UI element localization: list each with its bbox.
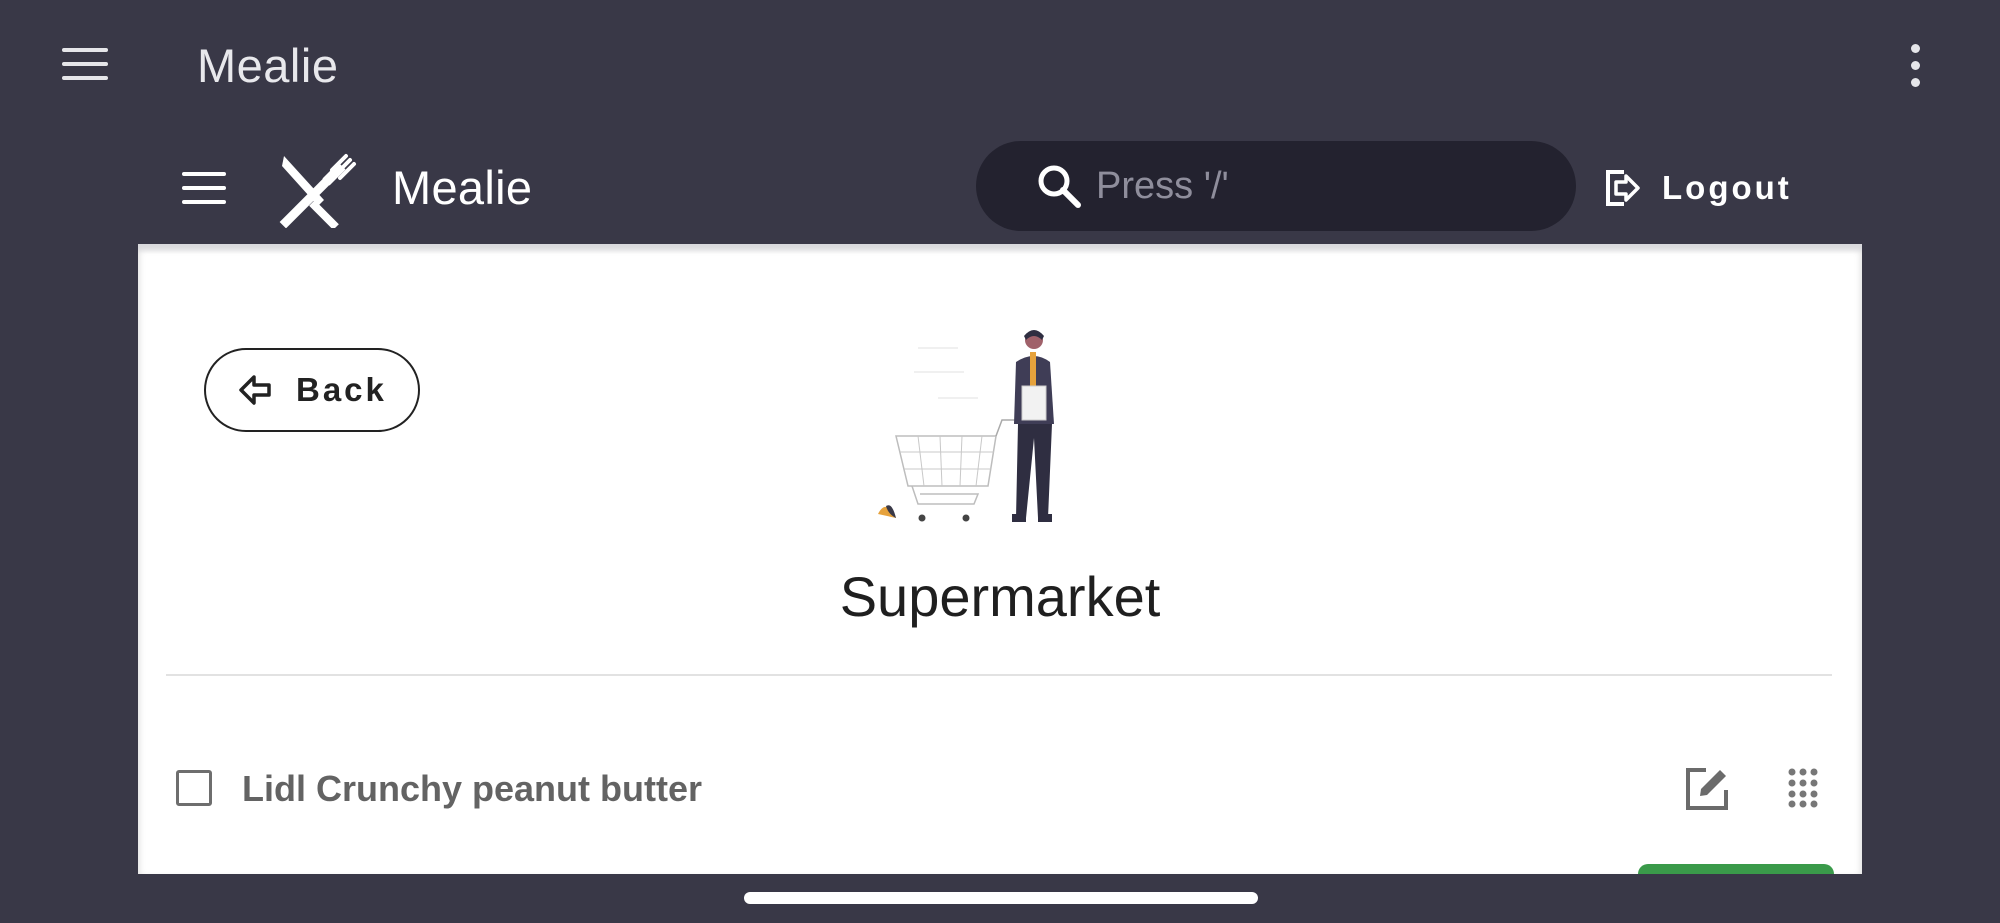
back-arrow-icon [239,375,271,405]
app-menu-icon[interactable] [62,48,108,84]
search-bar[interactable] [976,141,1576,231]
nav-menu-icon[interactable] [182,172,226,204]
item-checkbox[interactable] [176,770,212,806]
more-options-icon[interactable] [1902,44,1928,88]
mealie-logo-icon [279,154,356,228]
shopping-list-item: Lidl Crunchy peanut butter [166,744,1832,834]
divider [166,674,1832,676]
search-icon [1038,165,1081,208]
logout-icon [1606,170,1640,206]
app-title: Mealie [197,39,339,92]
page-title: Supermarket [839,565,1161,628]
home-indicator[interactable] [744,892,1258,904]
green-action-button[interactable] [1638,864,1834,874]
logout-label: Logout [1662,169,1792,206]
drag-handle-icon[interactable] [1788,768,1818,808]
search-input[interactable] [1096,159,1536,213]
app-bar: Mealie [0,0,2000,130]
back-label: Back [296,371,387,408]
shopping-illustration [878,330,1054,522]
content-card: Back Supermarket Lidl Crunchy peanut but… [138,244,1862,874]
edit-icon[interactable] [1684,766,1730,812]
back-button[interactable]: Back [204,348,420,432]
brand-title: Mealie [392,161,533,214]
logout-button[interactable]: Logout [1604,160,1792,216]
item-label: Lidl Crunchy peanut butter [242,768,703,809]
